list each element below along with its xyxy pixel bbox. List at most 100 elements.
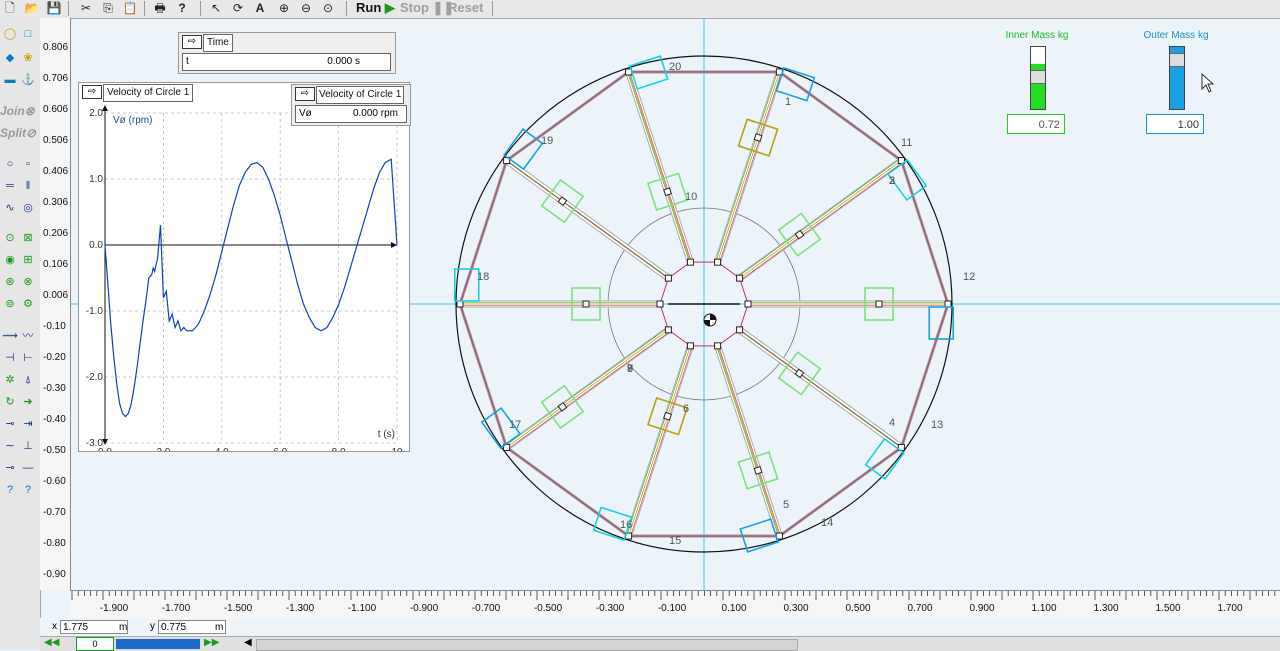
thrust-icon[interactable]: ⇥ (20, 418, 36, 431)
spring-icon[interactable]: 〰 (20, 330, 36, 343)
meter-menu-arrow-icon[interactable]: ⇨ (182, 35, 202, 49)
open-folder-icon[interactable]: 📂 (24, 1, 40, 15)
slot-tool-icon[interactable]: ▬ (2, 74, 18, 87)
circle-tool-icon[interactable]: ◯ (2, 28, 18, 41)
help-icon[interactable]: ? (174, 1, 190, 15)
keyed-slot-icon[interactable]: ⊗ (20, 276, 36, 289)
h-ruler-label: -0.700 (471, 603, 501, 614)
horizontal-scrollbar[interactable] (256, 639, 798, 651)
reset-button[interactable]: Reset (448, 0, 483, 17)
h-ruler-label: 0.300 (783, 603, 809, 614)
circle-slot-icon[interactable]: ◎ (20, 202, 36, 215)
zoom-in-icon[interactable]: ⊕ (276, 1, 292, 15)
scroll-left-icon[interactable]: ◀ (244, 637, 252, 648)
square-point-tool-icon[interactable]: ▫ (20, 158, 36, 171)
velocity-meter[interactable]: ⇨ Velocity of Circle 1 Vø 0.000 rpm (291, 84, 411, 126)
gear-icon[interactable]: ⚙ (20, 298, 36, 311)
frame-input[interactable]: 0 (76, 637, 114, 651)
zoom-fit-icon[interactable]: ⊙ (320, 1, 336, 15)
v-ruler-label: -0.20 (43, 352, 66, 363)
slider-mass-joint (753, 466, 763, 475)
frame-value: 0 (92, 639, 98, 649)
h-ruler-label: -0.100 (657, 603, 687, 614)
velocity-graph[interactable]: ⇨ Velocity of Circle 1 0.0 2.0 4.0 6.0 8.0 10… (78, 82, 410, 452)
damper-icon[interactable]: ⊣ (2, 352, 18, 365)
copy-icon[interactable]: ⎘ (100, 1, 116, 15)
body-number-label: 5 (783, 499, 789, 511)
split-label: Split (0, 126, 26, 140)
outer-mass-value[interactable]: 1.00 (1146, 114, 1204, 134)
horizontal-line-icon[interactable]: — (20, 462, 36, 475)
inner-mass-thumb[interactable] (1031, 70, 1045, 84)
x-coord-input[interactable]: 1.775 m (60, 620, 128, 634)
slot-joint-icon[interactable]: ⊛ (2, 276, 18, 289)
y-coord-input[interactable]: 0.775 m (158, 620, 226, 634)
new-file-icon[interactable]: 🗋 (2, 1, 18, 15)
zoom-out-icon[interactable]: ⊖ (298, 1, 314, 15)
tape-progress-bar[interactable] (116, 639, 200, 649)
outer-mass-track[interactable] (1169, 46, 1185, 110)
inner-mass-value[interactable]: 0.72 (1007, 114, 1065, 134)
cut-icon[interactable]: ✂ (78, 1, 94, 15)
push-pull-icon[interactable]: ⊸ (2, 418, 18, 431)
fast-forward-icon[interactable]: ▶▶ (204, 637, 219, 648)
rotate-icon[interactable]: ⟳ (230, 1, 246, 15)
time-meter[interactable]: ⇨ Time t 0.000 s (178, 32, 396, 74)
horizontal-slot-icon[interactable]: ═ (2, 180, 18, 193)
force-icon[interactable]: ➜ (20, 396, 36, 409)
pin-joint-icon[interactable]: ⊙ (2, 232, 18, 245)
tape-player: ◀◀ 0 ▶▶ ◀ (40, 636, 1280, 651)
save-icon[interactable]: 💾 (46, 1, 62, 15)
polygon-tool-icon[interactable]: ◆ (2, 52, 18, 65)
separator-icon[interactable]: ∼ (2, 440, 18, 453)
run-button[interactable]: Run ▶ (356, 0, 395, 17)
rotational-damper-icon[interactable]: ⍋ (20, 374, 36, 387)
v-ruler-label: -0.30 (43, 383, 66, 394)
inner-mass-track[interactable] (1030, 46, 1046, 110)
reset-label: Reset (448, 0, 484, 15)
velocity-meter-arrow-icon[interactable]: ⇨ (295, 87, 315, 101)
v-ruler-label: -0.70 (43, 507, 66, 518)
simulation-canvas[interactable]: 1 2 3 4 5 6 7 8 9 10 11 12 13 14 15 16 17 18 19 20 ⇨ Time t… (71, 18, 1280, 590)
toolbar-separator (144, 1, 145, 16)
rotational-spring-icon[interactable]: ✲ (2, 374, 18, 387)
v-ruler-label: 0.006 (43, 290, 69, 301)
hinge-icon[interactable]: ⊥ (20, 440, 36, 453)
join-button[interactable]: Join⊗ (0, 104, 35, 118)
motor-icon[interactable]: ◉ (2, 254, 18, 267)
pointer-icon[interactable]: ↖ (208, 1, 224, 15)
rewind-icon[interactable]: ◀◀ (44, 637, 59, 648)
query-tool-icon[interactable]: ? (2, 484, 18, 497)
print-icon[interactable]: 🖶 (152, 1, 168, 15)
curve-slot-icon[interactable]: ∿ (2, 202, 18, 215)
body-number-label: 11 (901, 137, 912, 149)
anchor-tool-icon[interactable]: ⚓ (20, 74, 36, 87)
vertical-slot-icon[interactable]: ‖ (20, 180, 36, 193)
mouse-cursor-icon (1201, 73, 1215, 93)
curved-slot-joint-icon[interactable]: ⊚ (2, 298, 18, 311)
query-point-icon[interactable]: ? (20, 484, 36, 497)
rigid-joint-icon[interactable]: ⊠ (20, 232, 36, 245)
v-ruler-label: 0.806 (43, 42, 69, 53)
play-icon: ▶ (381, 0, 395, 15)
split-button[interactable]: Split⊘ (0, 126, 36, 140)
text-icon[interactable]: A (252, 1, 268, 15)
y-coord-unit: m (215, 622, 224, 633)
h-ruler-label: -1.300 (285, 603, 315, 614)
curved-body-tool-icon[interactable]: ❀ (20, 52, 36, 65)
time-meter-title: Time (203, 34, 233, 52)
point-tool-icon[interactable]: ○ (2, 158, 18, 171)
torque-icon[interactable]: ↻ (2, 396, 18, 409)
line-icon[interactable]: ⊸ (2, 462, 18, 475)
paste-icon[interactable]: 📋 (122, 1, 138, 15)
actuator-icon[interactable]: ⊞ (20, 254, 36, 267)
rectangle-tool-icon[interactable]: □ (20, 28, 36, 41)
rope-icon[interactable]: ⟿ (2, 330, 18, 343)
y-axis-label: Vø (rpm) (113, 115, 152, 126)
v-ruler-label: 0.606 (43, 104, 69, 115)
stop-button[interactable]: Stop ❚❚ (400, 0, 454, 17)
h-ruler-label: 1.500 (1155, 603, 1181, 614)
outer-mass-thumb[interactable] (1170, 53, 1184, 67)
spring-damper-icon[interactable]: ⊢ (20, 352, 36, 365)
graph-menu-arrow-icon[interactable]: ⇨ (82, 85, 102, 99)
